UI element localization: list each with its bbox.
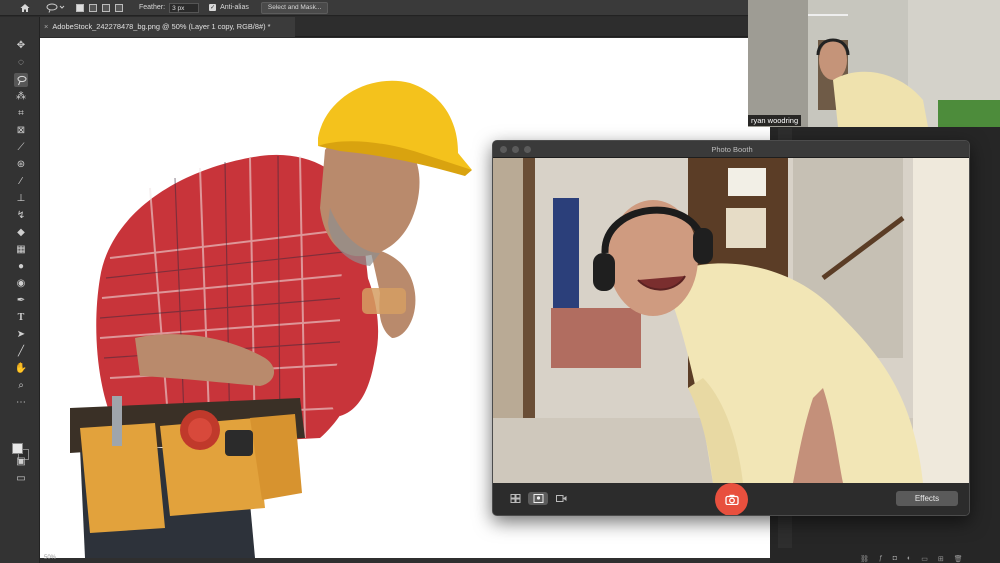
feather-input[interactable]: 3 px: [169, 2, 200, 13]
webcam-tile: [748, 0, 1000, 127]
path-selection-tool-icon[interactable]: ➤: [14, 328, 28, 342]
pen-tool-icon[interactable]: ✒: [14, 294, 28, 308]
crop-tool-icon[interactable]: ⌗: [14, 107, 28, 121]
status-bar: [40, 558, 770, 563]
healing-tool-icon[interactable]: ⊛: [14, 158, 28, 172]
select-and-mask-button[interactable]: Select and Mask...: [260, 1, 329, 14]
layer-mask-icon[interactable]: ◘: [893, 555, 897, 563]
new-layer-icon[interactable]: ⊞: [938, 555, 944, 563]
photo-booth-preview: [493, 158, 969, 483]
feather-label: Feather:: [139, 4, 166, 11]
photo-booth-window: Photo Booth Effects: [492, 140, 970, 516]
take-photo-button[interactable]: [715, 483, 748, 515]
zoom-tool-icon[interactable]: ⌕: [14, 379, 28, 393]
photo-booth-title: Photo Booth: [711, 145, 753, 154]
app-root: Feather: 3 px ✓ Anti-alias Select and Ma…: [0, 0, 1000, 563]
line-tool-icon[interactable]: ╱: [14, 345, 28, 359]
photo-booth-controls: Effects: [493, 483, 969, 515]
frame-tool-icon[interactable]: ⊠: [14, 124, 28, 138]
antialias-label: Anti-alias: [220, 4, 249, 11]
subtract-selection-mode[interactable]: [102, 3, 110, 12]
delete-layer-icon[interactable]: 🗑: [954, 555, 963, 563]
more-tools-icon[interactable]: ⋯: [14, 396, 28, 410]
layer-actions: ⛓ ƒ ◘ ◐ ▭ ⊞ 🗑: [860, 555, 963, 563]
lasso-preset-icon[interactable]: [46, 3, 68, 13]
single-photo-view-button[interactable]: [528, 492, 548, 505]
add-selection-mode[interactable]: [89, 3, 97, 12]
brush-tool-icon[interactable]: ∕: [14, 175, 28, 189]
new-group-icon[interactable]: ▭: [921, 555, 928, 563]
eyedropper-tool-icon[interactable]: ⟋: [14, 141, 28, 155]
adjustment-layer-icon[interactable]: ◐: [907, 555, 911, 563]
foreground-color-swatch[interactable]: [12, 443, 23, 454]
clone-stamp-tool-icon[interactable]: ⊥: [14, 192, 28, 206]
history-brush-tool-icon[interactable]: ↯: [14, 209, 28, 223]
dodge-tool-icon[interactable]: ◉: [14, 277, 28, 291]
document-tab[interactable]: × AdobeStock_242278478_bg.png @ 50% (Laye…: [40, 17, 295, 37]
new-selection-mode[interactable]: [76, 3, 84, 12]
lasso-tool-icon[interactable]: [14, 73, 28, 87]
photo-booth-titlebar[interactable]: Photo Booth: [493, 141, 969, 158]
blur-tool-icon[interactable]: ●: [14, 260, 28, 274]
type-tool-icon[interactable]: T: [14, 311, 28, 325]
camera-preview-image: [493, 158, 969, 483]
quick-selection-tool-icon[interactable]: ⁂: [14, 90, 28, 104]
move-tool-icon[interactable]: ✥: [14, 39, 28, 53]
intersect-selection-mode[interactable]: [115, 3, 123, 12]
layer-style-icon[interactable]: ƒ: [879, 555, 883, 563]
hand-tool-icon[interactable]: ✋: [14, 362, 28, 376]
zoom-level[interactable]: 50%: [44, 555, 56, 561]
tools-panel: ✥ ◌ ⁂ ⌗ ⊠ ⟋ ⊛ ∕ ⊥ ↯ ◆ ▦ ● ◉ ✒ T ➤ ╱ ✋ ⌕ …: [0, 17, 40, 563]
link-layers-icon[interactable]: ⛓: [860, 555, 869, 563]
document-tab-title: AdobeStock_242278478_bg.png @ 50% (Layer…: [52, 22, 271, 31]
antialias-checkbox[interactable]: ✓: [209, 4, 217, 11]
video-view-button[interactable]: [551, 492, 571, 505]
marquee-tool-icon[interactable]: ◌: [14, 56, 28, 70]
screen-mode-icon[interactable]: ▭: [14, 472, 28, 486]
eraser-tool-icon[interactable]: ◆: [14, 226, 28, 240]
four-up-view-button[interactable]: [505, 492, 525, 505]
selection-mode-group: [76, 3, 123, 12]
gradient-tool-icon[interactable]: ▦: [14, 243, 28, 257]
close-tab-icon[interactable]: ×: [44, 22, 48, 31]
quick-mask-icon[interactable]: ▣: [14, 455, 28, 469]
participant-name: ryan woodring: [748, 115, 802, 126]
home-icon[interactable]: [18, 1, 32, 15]
effects-button[interactable]: Effects: [896, 491, 958, 506]
camera-icon: [724, 494, 739, 505]
webcam-video: [748, 0, 1000, 127]
